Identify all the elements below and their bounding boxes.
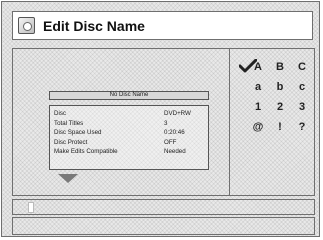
char-row-uppercase: A B C — [251, 61, 311, 75]
info-label: Disc Space Used — [54, 129, 102, 137]
char-key[interactable]: b — [273, 81, 287, 93]
char-key[interactable]: ? — [295, 121, 309, 133]
disc-name-field[interactable]: No Disc Name — [49, 91, 209, 100]
dialog-title: Edit Disc Name — [43, 18, 145, 34]
info-row-total-titles: Total Titles 3 — [54, 119, 204, 129]
char-key[interactable]: A — [251, 61, 265, 73]
info-value: OFF — [164, 138, 177, 146]
info-label: Disc Protect — [54, 138, 88, 146]
info-row-disc-protect: Disc Protect OFF — [54, 138, 204, 148]
char-row-lowercase: a b c — [251, 81, 311, 95]
char-key[interactable]: 3 — [295, 101, 309, 113]
char-key[interactable]: a — [251, 81, 265, 93]
info-row-make-edits-compatible: Make Edits Compatible Needed — [54, 147, 204, 157]
char-key[interactable]: ! — [273, 121, 287, 133]
info-value: 3 — [164, 119, 168, 127]
char-key[interactable]: C — [295, 61, 309, 73]
info-row-disc: Disc DVD+RW — [54, 109, 204, 119]
help-bar — [12, 217, 315, 235]
scroll-down-arrow-icon[interactable] — [58, 174, 78, 183]
info-label: Disc — [54, 110, 67, 117]
char-row-symbols: @ ! ? — [251, 121, 311, 135]
info-row-disc-space-used: Disc Space Used 0:20:46 — [54, 128, 204, 138]
info-value: Needed — [164, 148, 186, 156]
panel-divider — [229, 49, 230, 195]
char-key[interactable]: 2 — [273, 101, 287, 113]
char-key[interactable]: @ — [251, 121, 265, 133]
dialog-frame: Edit Disc Name No Disc Name Disc DVD+RW … — [1, 1, 320, 237]
info-label: Make Edits Compatible — [54, 148, 118, 156]
char-row-digits: 1 2 3 — [251, 101, 311, 115]
main-panel: No Disc Name Disc DVD+RW Total Titles 3 … — [12, 48, 315, 196]
disc-icon — [18, 17, 35, 34]
text-cursor — [28, 202, 34, 213]
info-label: Total Titles — [54, 119, 84, 127]
title-bar: Edit Disc Name — [12, 11, 313, 40]
char-key[interactable]: 1 — [251, 101, 265, 113]
name-input-bar[interactable] — [12, 199, 315, 215]
info-value: DVD+RW — [164, 110, 191, 117]
char-key[interactable]: c — [295, 81, 309, 93]
disc-info-box: Disc DVD+RW Total Titles 3 Disc Space Us… — [49, 105, 209, 170]
char-key[interactable]: B — [273, 61, 287, 73]
info-value: 0:20:46 — [164, 129, 185, 137]
